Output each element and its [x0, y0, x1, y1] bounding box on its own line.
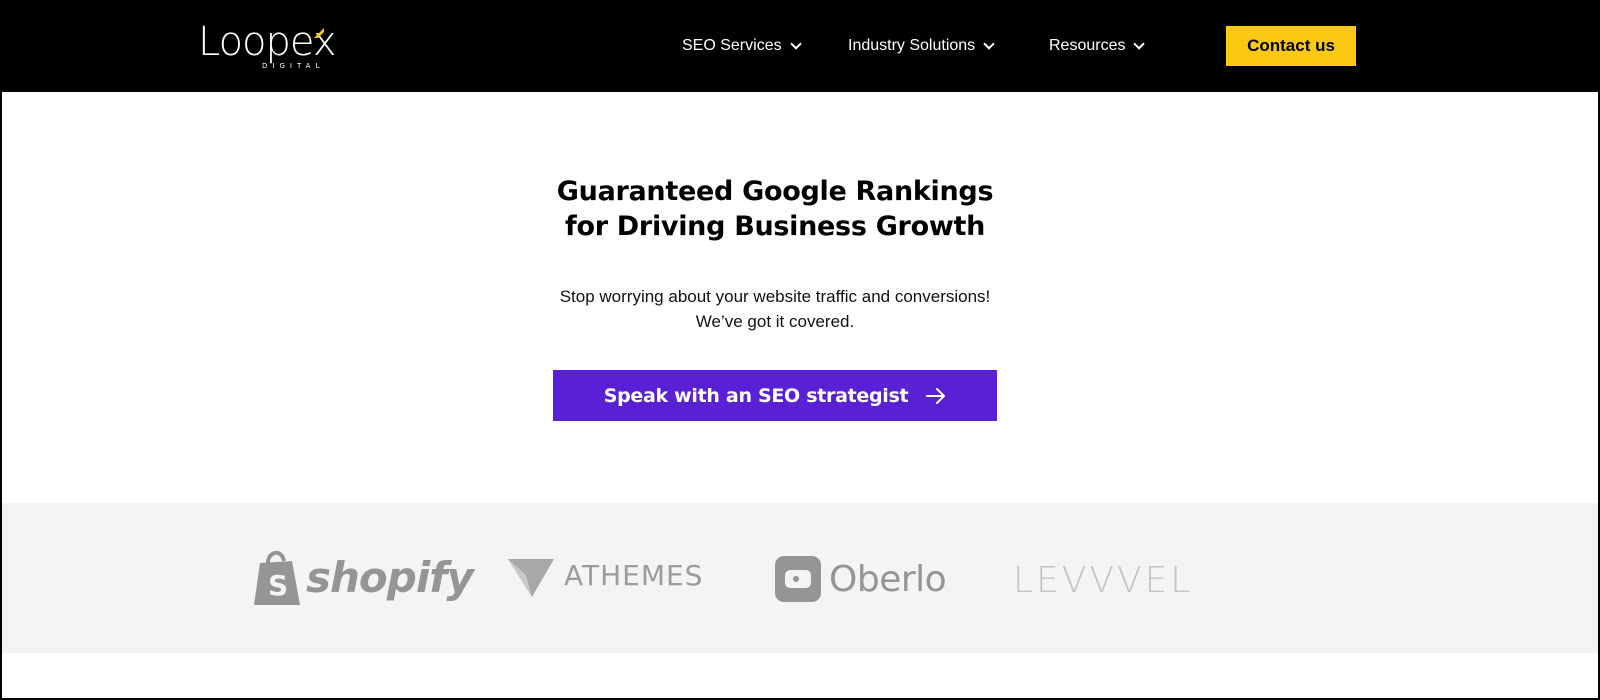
svg-text:S: S	[268, 569, 288, 602]
nav-resources[interactable]: Resources	[1049, 34, 1146, 58]
brand-logo-shopify: S shopify	[250, 545, 474, 609]
brand-name: Oberlo	[829, 558, 947, 600]
chevron-down-icon	[983, 38, 995, 50]
hero-title-line-2: for Driving Business Growth	[565, 211, 985, 242]
nav-label: Industry Solutions	[848, 37, 976, 54]
athemes-plane-icon	[508, 559, 554, 597]
brand-name: ATHEMES	[564, 558, 704, 592]
shopify-bag-icon: S	[254, 551, 300, 605]
nav-label: Resources	[1049, 37, 1126, 54]
brand-logo-levvvel: LEVVVEL	[1013, 559, 1194, 601]
chevron-down-icon	[789, 38, 802, 50]
nav-label: SEO Services	[682, 37, 782, 54]
hero-subtitle-line-2: We’ve got it covered.	[695, 312, 855, 331]
loopex-logo[interactable]: Loopex DIGITAL	[198, 18, 336, 74]
nav-industry-solutions[interactable]: Industry Solutions	[848, 34, 995, 58]
brand-logo-oberlo: Oberlo	[775, 556, 947, 602]
brand-logo-athemes: ATHEMES	[508, 556, 703, 600]
hero-title-line-1: Guaranteed Google Rankings	[556, 176, 994, 207]
contact-us-button[interactable]: Contact us	[1226, 26, 1356, 66]
top-navigation-bar: Loopex DIGITAL SEO Services Industry Sol…	[0, 0, 1600, 92]
hero-title: Guaranteed Google Rankings for Driving B…	[500, 174, 1050, 244]
brand-name: LEVVVEL	[1013, 559, 1194, 601]
arrow-right-icon	[926, 387, 946, 404]
logo-accent-icon	[314, 28, 324, 38]
brand-name: shopify	[306, 552, 474, 602]
chevron-down-icon	[1133, 38, 1146, 50]
logo-wordmark: Loopex	[198, 19, 336, 65]
cta-label: Speak with an SEO strategist	[603, 384, 909, 407]
logo-subtext: DIGITAL	[262, 62, 325, 70]
hero-subtitle: Stop worrying about your website traffic…	[540, 284, 1010, 334]
nav-seo-services[interactable]: SEO Services	[682, 34, 802, 58]
hero-subtitle-line-1: Stop worrying about your website traffic…	[559, 287, 991, 306]
oberlo-icon	[775, 556, 821, 602]
speak-with-strategist-button[interactable]: Speak with an SEO strategist	[553, 370, 997, 421]
